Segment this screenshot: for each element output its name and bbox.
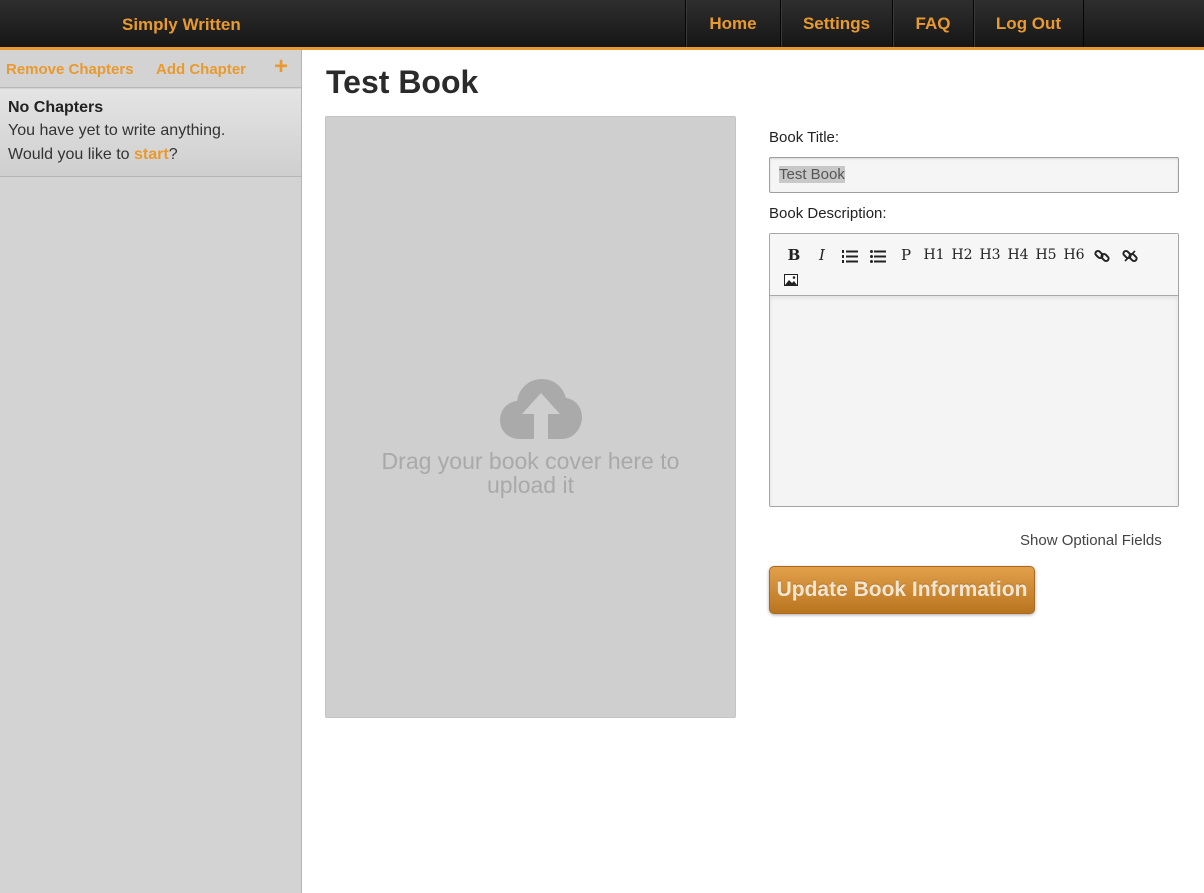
top-navbar: Simply Written Home Settings FAQ Log Out	[0, 0, 1204, 50]
no-chapters-message: You have yet to write anything.	[8, 122, 226, 139]
nav-settings[interactable]: Settings	[781, 0, 893, 47]
unordered-list-button[interactable]	[864, 244, 892, 266]
book-title-value: Test Book	[779, 166, 845, 183]
h5-button[interactable]: H5	[1032, 244, 1060, 266]
book-description-editor: B I P H1 H2 H3 H4 H5 H6	[769, 233, 1179, 507]
no-chapters-title: No Chapters	[8, 99, 104, 116]
h4-button[interactable]: H4	[1004, 244, 1032, 266]
h1-button[interactable]: H1	[920, 244, 948, 266]
book-title-input[interactable]: Test Book	[769, 157, 1179, 193]
add-chapter-link[interactable]: Add Chapter	[156, 61, 246, 78]
cover-dropzone[interactable]: Drag your book cover here to upload it	[325, 116, 736, 718]
chapters-sidebar: Remove Chapters Add Chapter + No Chapter…	[0, 50, 302, 893]
h3-button[interactable]: H3	[976, 244, 1004, 266]
bold-button[interactable]: B	[780, 244, 808, 266]
update-book-button[interactable]: Update Book Information	[769, 566, 1035, 614]
image-button[interactable]	[780, 268, 808, 290]
unordered-list-icon	[870, 250, 886, 263]
unlink-button[interactable]	[1116, 244, 1144, 266]
paragraph-button[interactable]: P	[892, 244, 920, 266]
book-title-label: Book Title:	[769, 129, 840, 146]
nav-faq[interactable]: FAQ	[893, 0, 974, 47]
h2-button[interactable]: H2	[948, 244, 976, 266]
italic-button[interactable]: I	[808, 244, 836, 266]
unlink-icon	[1122, 249, 1138, 263]
h6-button[interactable]: H6	[1060, 244, 1088, 266]
image-icon	[784, 274, 798, 286]
remove-chapters-link[interactable]: Remove Chapters	[6, 61, 134, 78]
description-textarea[interactable]	[770, 296, 1178, 506]
start-prompt-prefix: Would you like to	[8, 146, 134, 163]
start-link[interactable]: start	[134, 146, 169, 163]
no-chapters-panel: No Chapters You have yet to write anythi…	[0, 89, 301, 177]
page-title: Test Book	[326, 64, 479, 100]
brand-link[interactable]: Simply Written	[122, 15, 241, 35]
start-prompt: Would you like to start?	[8, 143, 301, 167]
ordered-list-button[interactable]	[836, 244, 864, 266]
dropzone-text: Drag your book cover here to upload it	[381, 448, 680, 498]
show-optional-fields-link[interactable]: Show Optional Fields	[1020, 532, 1162, 549]
sidebar-actions: Remove Chapters Add Chapter +	[0, 50, 301, 88]
plus-icon[interactable]: +	[274, 55, 288, 79]
book-description-label: Book Description:	[769, 205, 887, 222]
start-prompt-suffix: ?	[168, 146, 178, 163]
ordered-list-icon	[842, 250, 858, 263]
cloud-upload-icon	[500, 379, 582, 439]
link-icon	[1094, 249, 1110, 263]
main-nav: Home Settings FAQ Log Out	[685, 0, 1084, 47]
link-button[interactable]	[1088, 244, 1116, 266]
nav-logout[interactable]: Log Out	[974, 0, 1084, 47]
nav-home[interactable]: Home	[686, 0, 781, 47]
editor-toolbar: B I P H1 H2 H3 H4 H5 H6	[770, 234, 1178, 296]
